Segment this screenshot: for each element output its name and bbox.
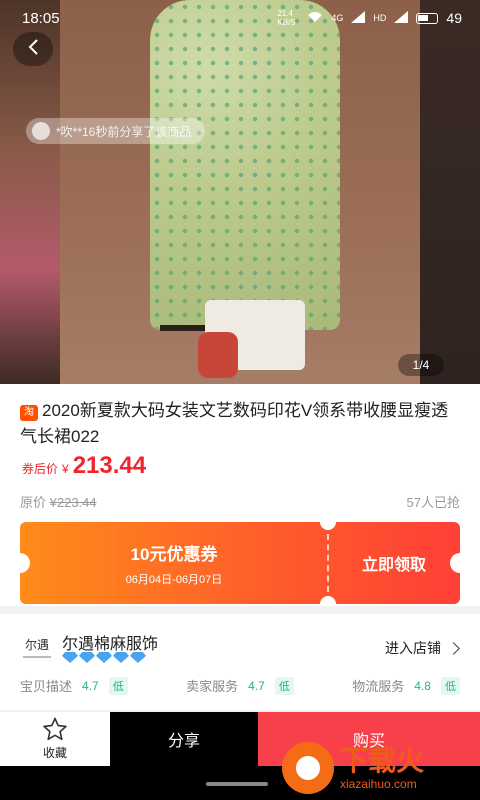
score-logistics: 物流服务 4.8 低 [352, 676, 460, 695]
chevron-right-icon [447, 641, 460, 655]
original-price-row: 原价 ¥223.44 [20, 492, 97, 511]
coupon-amount: 10元优惠券 [130, 544, 218, 564]
signal-icon-2 [394, 10, 409, 26]
score-label: 卖家服务 [186, 679, 239, 694]
price-row: 券后价 ¥ 213.44 [22, 452, 146, 480]
shop-scores: 宝贝描述 4.7 低 卖家服务 4.7 低 物流服务 4.8 低 [20, 676, 460, 695]
diamond-icon [96, 652, 112, 663]
signal-hd-label: HD [373, 13, 387, 23]
enter-shop-button[interactable]: 进入店铺 [385, 638, 460, 658]
score-service: 卖家服务 4.7 低 [186, 676, 294, 695]
diamond-icon [130, 652, 146, 663]
score-level: 低 [440, 676, 460, 695]
share-notice-pill: *吹**16秒前分享了该商品 [26, 118, 206, 144]
shop-logo: 尔遇 [20, 632, 54, 662]
favorite-label: 收藏 [42, 746, 67, 760]
product-title: 2020新夏款大码女装文艺数码印花V领系带收腰显瘦透气长裙022 [20, 401, 449, 446]
watermark-cn: 下载火 [340, 745, 425, 776]
coupon-info: 10元优惠券 06月04日-06月07日 [20, 522, 328, 604]
product-title-block: 淘 2020新夏款大码女装文艺数码印花V领系带收腰显瘦透气长裙022 [20, 398, 460, 450]
taobao-badge-icon: 淘 [20, 405, 38, 421]
avatar [32, 122, 50, 140]
original-price: ¥223.44 [49, 495, 97, 510]
status-bar: 18:05 21.4 KB/S 4G HD 49 [0, 0, 480, 36]
watermark-logo-icon [282, 742, 334, 794]
shoe-illustration [198, 332, 238, 378]
diamond-icon [62, 652, 78, 663]
watermark-logo-inner [296, 756, 320, 780]
status-icons: 21.4 KB/S 4G HD 49 [277, 9, 462, 27]
product-detail-page: 18:05 21.4 KB/S 4G HD 49 *吹**16秒前分享了该商品 … [0, 0, 480, 800]
home-indicator[interactable] [206, 782, 268, 786]
status-time: 18:05 [22, 9, 60, 27]
sold-count: 57人已抢 [406, 495, 460, 510]
image-page-indicator: 1/4 [398, 354, 444, 376]
signal-icon [351, 10, 366, 26]
product-info-card: 淘 2020新夏款大码女装文艺数码印花V领系带收腰显瘦透气长裙022 券后价 ¥ … [0, 384, 480, 606]
shop-logo-text: 尔遇 [24, 638, 49, 652]
score-value: 4.7 [248, 678, 265, 693]
back-button[interactable] [13, 32, 53, 66]
battery-level: 49 [446, 10, 462, 26]
watermark-text: 下载火 xiazaihuo.com [340, 745, 424, 791]
battery-icon [416, 12, 439, 24]
share-notice-text: *吹**16秒前分享了该商品 [56, 124, 192, 139]
star-icon [42, 717, 68, 744]
wifi-icon [307, 11, 323, 26]
score-label: 物流服务 [352, 679, 405, 694]
share-button[interactable]: 分享 [110, 712, 258, 766]
score-value: 4.8 [414, 678, 431, 693]
diamond-icon [113, 652, 129, 663]
get-coupon-button[interactable]: 立即领取 [328, 522, 460, 604]
watermark: 下载火 xiazaihuo.com [282, 736, 480, 800]
shop-name: 尔遇棉麻服饰 [62, 636, 159, 653]
watermark-en: xiazaihuo.com [340, 777, 417, 791]
score-level: 低 [274, 676, 294, 695]
shop-rating-diamonds [62, 652, 146, 663]
price-label: 券后价 [22, 462, 59, 476]
score-value: 4.7 [82, 678, 99, 693]
shop-card: 尔遇 尔遇棉麻服饰 进入店铺 宝贝描述 4.7 低 卖家服务 4.7 低 物流服… [0, 614, 480, 710]
price-value: 213.44 [72, 452, 147, 479]
coupon-date-range: 06月04日-06月07日 [125, 573, 223, 586]
product-image-carousel[interactable] [0, 0, 480, 384]
coupon-card[interactable]: 10元优惠券 06月04日-06月07日 立即领取 [20, 522, 460, 604]
price-currency: ¥ [62, 462, 69, 476]
original-price-label: 原价 [20, 495, 47, 510]
score-description: 宝贝描述 4.7 低 [20, 676, 128, 695]
score-label: 宝贝描述 [20, 679, 73, 694]
dress-print-pattern [150, 0, 340, 330]
chevron-left-icon [26, 36, 40, 62]
favorite-button[interactable]: 收藏 [0, 712, 110, 766]
photo-background-right [420, 0, 480, 384]
net-speed: 21.4 KB/S [277, 9, 296, 27]
signal-4g-label: 4G [331, 13, 344, 23]
shop-logo-underline [23, 656, 51, 658]
diamond-icon [79, 652, 95, 663]
score-level: 低 [108, 676, 128, 695]
enter-shop-label: 进入店铺 [385, 640, 441, 656]
